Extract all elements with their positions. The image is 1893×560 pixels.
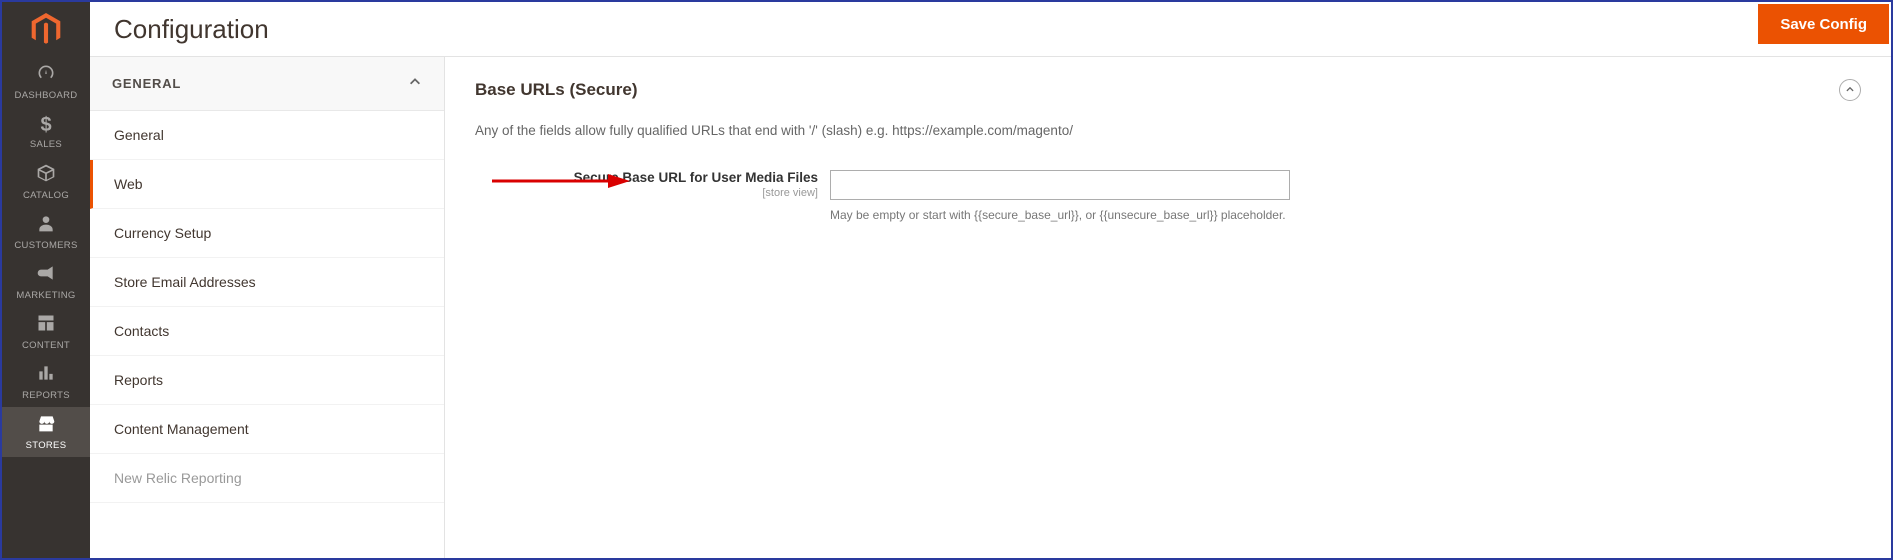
nav-marketing[interactable]: MARKETING xyxy=(2,257,90,307)
config-item-contacts[interactable]: Contacts xyxy=(90,307,444,356)
nav-label: CUSTOMERS xyxy=(14,240,77,251)
gauge-icon xyxy=(36,63,56,86)
layout-icon xyxy=(36,313,56,336)
magento-logo[interactable] xyxy=(2,2,90,57)
section-description: Any of the fields allow fully qualified … xyxy=(475,123,1861,138)
chevron-up-icon xyxy=(1845,81,1855,99)
megaphone-icon xyxy=(36,263,56,286)
nav-label: CATALOG xyxy=(23,190,69,201)
page-title: Configuration xyxy=(114,14,269,45)
secure-base-url-media-input[interactable] xyxy=(830,170,1290,200)
bar-chart-icon xyxy=(36,363,56,386)
config-sidebar: GENERAL General Web Currency Setup Store… xyxy=(90,57,445,558)
chevron-up-icon xyxy=(408,75,422,92)
field-help-text: May be empty or start with {{secure_base… xyxy=(830,208,1290,222)
nav-sales[interactable]: $ SALES xyxy=(2,107,90,157)
nav-customers[interactable]: CUSTOMERS xyxy=(2,207,90,257)
store-icon xyxy=(36,413,56,436)
config-item-store-email-addresses[interactable]: Store Email Addresses xyxy=(90,258,444,307)
nav-label: STORES xyxy=(26,440,67,451)
nav-label: CONTENT xyxy=(22,340,70,351)
collapse-section-button[interactable] xyxy=(1839,79,1861,101)
box-icon xyxy=(36,163,56,186)
config-item-general[interactable]: General xyxy=(90,111,444,160)
nav-label: REPORTS xyxy=(22,390,70,401)
nav-catalog[interactable]: CATALOG xyxy=(2,157,90,207)
page-header: Configuration xyxy=(90,2,1891,57)
config-item-reports[interactable]: Reports xyxy=(90,356,444,405)
section-head-label: GENERAL xyxy=(112,76,181,91)
field-label: Secure Base URL for User Media Files xyxy=(475,170,818,185)
config-item-content-management[interactable]: Content Management xyxy=(90,405,444,454)
nav-label: SALES xyxy=(30,139,62,150)
save-config-button[interactable]: Save Config xyxy=(1758,4,1889,44)
field-secure-base-url-media: Secure Base URL for User Media Files [st… xyxy=(475,170,1861,222)
nav-content[interactable]: CONTENT xyxy=(2,307,90,357)
config-item-new-relic-reporting[interactable]: New Relic Reporting xyxy=(90,454,444,503)
dollar-icon: $ xyxy=(40,115,51,135)
config-item-web[interactable]: Web xyxy=(90,160,444,209)
nav-dashboard[interactable]: DASHBOARD xyxy=(2,57,90,107)
nav-stores[interactable]: STORES xyxy=(2,407,90,457)
section-title: Base URLs (Secure) xyxy=(475,80,638,100)
config-main: Base URLs (Secure) Any of the fields all… xyxy=(445,57,1891,558)
nav-label: DASHBOARD xyxy=(15,90,78,101)
person-icon xyxy=(36,213,56,236)
nav-reports[interactable]: REPORTS xyxy=(2,357,90,407)
field-scope: [store view] xyxy=(475,187,818,199)
admin-leftnav: DASHBOARD $ SALES CATALOG CUSTOMERS MARK… xyxy=(2,2,90,558)
nav-label: MARKETING xyxy=(16,290,75,301)
config-item-currency-setup[interactable]: Currency Setup xyxy=(90,209,444,258)
config-section-head-general[interactable]: GENERAL xyxy=(90,57,444,111)
